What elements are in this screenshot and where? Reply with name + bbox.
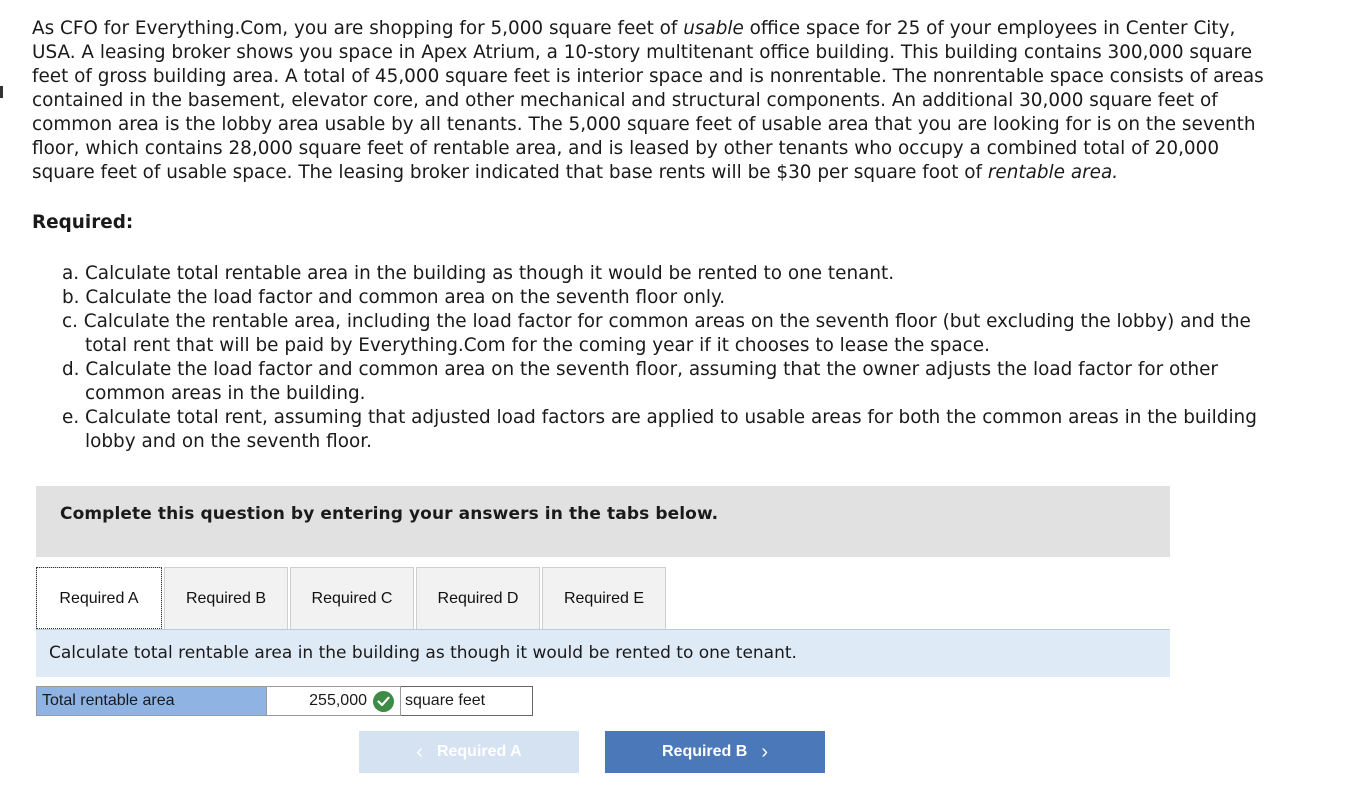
requirement-d: d. Calculate the load factor and common … (62, 359, 1218, 404)
problem-text-1: As CFO for Everything.Com, you are shopp… (32, 18, 684, 39)
answer-unit: square feet (401, 686, 533, 716)
answer-label: Total rentable area (36, 686, 267, 716)
left-edge-marker (0, 86, 3, 98)
chevron-left-icon: ‹ (416, 741, 423, 763)
requirement-c: c. Calculate the rentable area, includin… (62, 311, 1251, 356)
instructions-panel: Complete this question by entering your … (36, 486, 1170, 557)
problem-statement: As CFO for Everything.Com, you are shopp… (32, 17, 1282, 185)
previous-button[interactable]: ‹ Required A (359, 731, 579, 773)
tab-bar: Required A Required B Required C Require… (36, 567, 668, 629)
next-button-label: Required B (661, 743, 748, 760)
problem-emphasis-rentable: rentable area. (987, 162, 1119, 183)
answer-value: 255,000 (309, 692, 367, 709)
required-heading: Required: (32, 212, 134, 233)
tab-required-b[interactable]: Required B (164, 567, 288, 629)
instructions-text: Complete this question by entering your … (60, 504, 719, 524)
answer-input[interactable]: 255,000 (267, 686, 401, 716)
chevron-right-icon: › (761, 741, 768, 763)
requirement-b: b. Calculate the load factor and common … (62, 287, 726, 308)
answer-row: Total rentable area 255,000 square feet (36, 686, 533, 716)
problem-text-2: office space for 25 of your employees in… (32, 18, 1264, 183)
check-circle-icon (373, 691, 394, 712)
tab-required-e[interactable]: Required E (542, 567, 666, 629)
tab-required-a[interactable]: Required A (36, 567, 162, 629)
question-prompt: Calculate total rentable area in the bui… (49, 643, 797, 663)
requirement-e: e. Calculate total rent, assuming that a… (62, 407, 1257, 452)
next-button[interactable]: Required B › (605, 731, 825, 773)
tab-required-d[interactable]: Required D (416, 567, 540, 629)
requirement-a: a. Calculate total rentable area in the … (62, 263, 895, 284)
requirements-list: a. Calculate total rentable area in the … (62, 262, 1272, 454)
previous-button-label: Required A (436, 743, 522, 760)
tab-required-c[interactable]: Required C (290, 567, 414, 629)
question-prompt-bar: Calculate total rentable area in the bui… (36, 630, 1170, 677)
problem-emphasis-usable: usable (683, 18, 744, 39)
